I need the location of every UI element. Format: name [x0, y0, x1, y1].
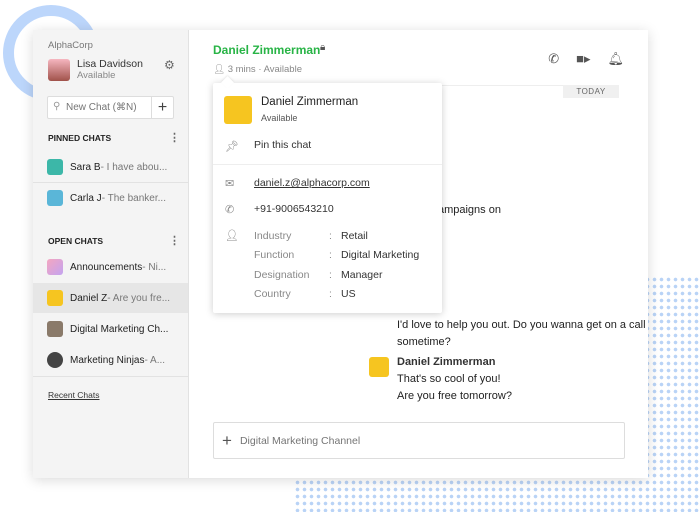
chat-name: Carla J [70, 192, 102, 204]
open-chat-daniel[interactable]: Daniel Z - Are you fre... [33, 283, 188, 313]
bell-icon[interactable]: 🔔︎ [607, 51, 624, 67]
separator: : [329, 288, 332, 300]
avatar [47, 190, 63, 206]
avatar [47, 159, 63, 175]
chat-preview: - The banker... [101, 192, 166, 204]
message-input[interactable] [239, 434, 600, 447]
phone-icon: ✆ [225, 204, 235, 216]
field-label: Country [254, 288, 291, 300]
date-divider: TODAY [563, 85, 619, 98]
message-text: Are you free tomorrow? [397, 390, 512, 402]
avatar [47, 352, 63, 368]
lock-icon: 🔒︎ [320, 42, 326, 53]
pin-icon: 📌︎ [225, 141, 239, 153]
field-value: Digital Marketing [341, 249, 420, 261]
sidebar: AlphaCorp Lisa DavidsonAvailable ⚙ ⚲ + P… [33, 30, 189, 478]
field-value: Retail [341, 230, 368, 242]
avatar [47, 259, 63, 275]
pinned-chat-sara[interactable]: Sara B - I have abou... [33, 152, 188, 182]
chat-preview: - Are you fre... [107, 292, 171, 304]
field-value: US [341, 288, 356, 300]
field-label: Industry [254, 230, 292, 242]
sender-name: Daniel Zimmerman [397, 356, 496, 368]
add-chat-button[interactable]: + [151, 97, 173, 118]
last-seen: 3 mins [227, 64, 256, 75]
search-icon: ⚲ [53, 101, 61, 112]
current-user[interactable]: Lisa Davidson Available [48, 58, 143, 81]
chat-name: Announcements [70, 261, 143, 273]
more-icon[interactable]: ⋮ [169, 131, 180, 144]
user-status: Available [77, 70, 116, 81]
header-actions: ✆ ■▸ 🔔︎ [548, 51, 624, 67]
phone-call-icon[interactable]: ✆ [548, 51, 559, 67]
email-icon: ✉ [225, 178, 235, 190]
chat-preview: - A... [144, 354, 166, 366]
chat-name: Daniel Z [70, 292, 108, 304]
avatar [369, 357, 389, 377]
chat-subtitle: 👤︎ 3 mins · Available [213, 64, 302, 75]
new-chat-input[interactable] [48, 97, 151, 118]
open-chat-marketing-ninjas[interactable]: Marketing Ninjas - A... [33, 345, 188, 375]
pinned-chats-heading: PINNED CHATS [48, 133, 112, 143]
contact-popover: Daniel Zimmerman Available 📌︎ Pin this c… [213, 83, 442, 313]
pinned-chat-carla[interactable]: Carla J - The banker... [33, 183, 188, 213]
open-chat-announcements[interactable]: Announcements - Ni... [33, 252, 188, 282]
avatar [48, 58, 70, 81]
chat-preview: - Ni... [142, 261, 167, 273]
video-camera-icon[interactable]: ■▸ [576, 51, 590, 67]
email-link[interactable]: daniel.z@alphacorp.com [254, 177, 370, 189]
separator: : [329, 230, 332, 242]
chat-preview: - I have abou... [100, 161, 168, 173]
person-icon: 👤︎ [225, 230, 239, 242]
message-text: I'd love to help you out. Do you wanna g… [397, 319, 646, 348]
gear-icon[interactable]: ⚙ [164, 58, 175, 72]
more-icon[interactable]: ⋮ [169, 234, 180, 247]
message-group: Daniel Zimmerman That's so cool of you! … [397, 354, 512, 405]
message-text: That's so cool of you! [397, 373, 501, 385]
open-chat-digital-marketing[interactable]: Digital Marketing Ch... [33, 314, 188, 344]
separator: : [329, 269, 332, 281]
avatar [47, 321, 63, 337]
field-value: Manager [341, 269, 383, 281]
separator: : [329, 249, 332, 261]
phone-number: +91-9006543210 [254, 203, 334, 215]
contact-status: Available [261, 113, 298, 123]
user-name: Lisa Davidson [77, 58, 143, 70]
avatar [224, 96, 252, 124]
open-chats-heading: OPEN CHATS [48, 236, 104, 246]
user-icon: 👤︎ [213, 64, 226, 75]
chat-name: Marketing Ninjas [70, 354, 145, 366]
pin-chat-button[interactable]: Pin this chat [254, 139, 311, 151]
search-box: ⚲ + [47, 96, 174, 119]
attach-plus-icon[interactable]: + [222, 431, 232, 451]
field-label: Designation [254, 269, 310, 281]
field-label: Function [254, 249, 295, 261]
avatar [47, 290, 63, 306]
chat-name: Digital Marketing Ch... [70, 323, 169, 335]
org-name: AlphaCorp [48, 40, 93, 51]
contact-name: Daniel Zimmerman [261, 96, 359, 108]
composer: + [213, 422, 625, 459]
recent-chats-link[interactable]: Recent Chats [48, 390, 100, 400]
presence-status: Available [263, 64, 302, 75]
chat-title[interactable]: Daniel Zimmerman [213, 43, 320, 57]
chat-name: Sara B [70, 161, 101, 173]
